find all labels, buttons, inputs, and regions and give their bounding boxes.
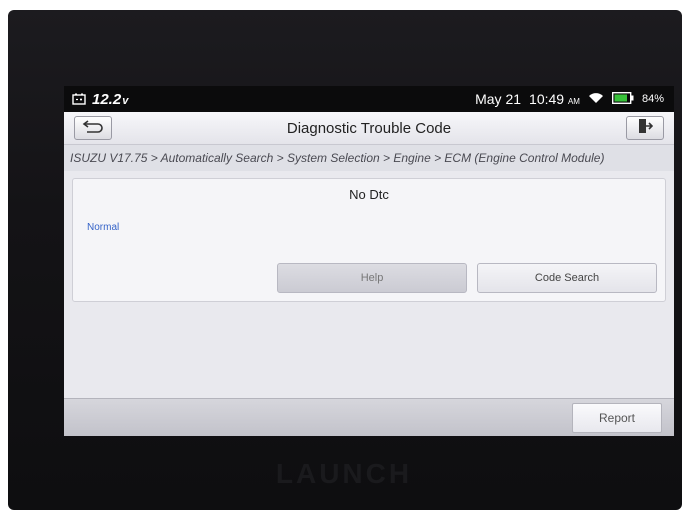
report-button[interactable]: Report [572,403,662,433]
status-ampm: AM [567,97,580,106]
status-right: May 21 10:49 AM 84% [475,91,664,107]
exit-button[interactable] [626,116,664,140]
voltage-unit: v [122,95,129,107]
bottom-toolbar: Report [64,398,674,436]
title-bar: Diagnostic Trouble Code [64,112,674,145]
ecm-status: Normal [87,222,120,233]
exit-door-icon [637,118,654,139]
voltage-reading: 12.2v [92,91,128,108]
code-search-button[interactable]: Code Search [477,263,657,293]
status-clock: 10:49 AM [529,91,580,107]
status-bar: 12.2v May 21 10:49 AM 84% [64,86,674,112]
status-left: 12.2v [72,91,128,108]
dtc-message: No Dtc [349,187,389,202]
page-title: Diagnostic Trouble Code [286,120,452,137]
dtc-panel: No Dtc Normal Help Code Search [72,178,666,302]
device-screen: 12.2v May 21 10:49 AM 84% Diagnostic Tro… [64,86,674,436]
status-time: 10:49 [529,91,565,107]
battery-charger-icon [72,92,86,108]
wifi-icon [588,91,604,107]
voltage-value: 12.2 [92,91,122,108]
help-button[interactable]: Help [277,263,467,293]
battery-icon [611,91,634,107]
breadcrumb: ISUZU V17.75 > Automatically Search > Sy… [64,145,674,171]
status-date: May 21 [475,91,522,107]
device-brand-logo: LAUNCH [275,458,413,489]
battery-percent: 84% [641,93,664,105]
